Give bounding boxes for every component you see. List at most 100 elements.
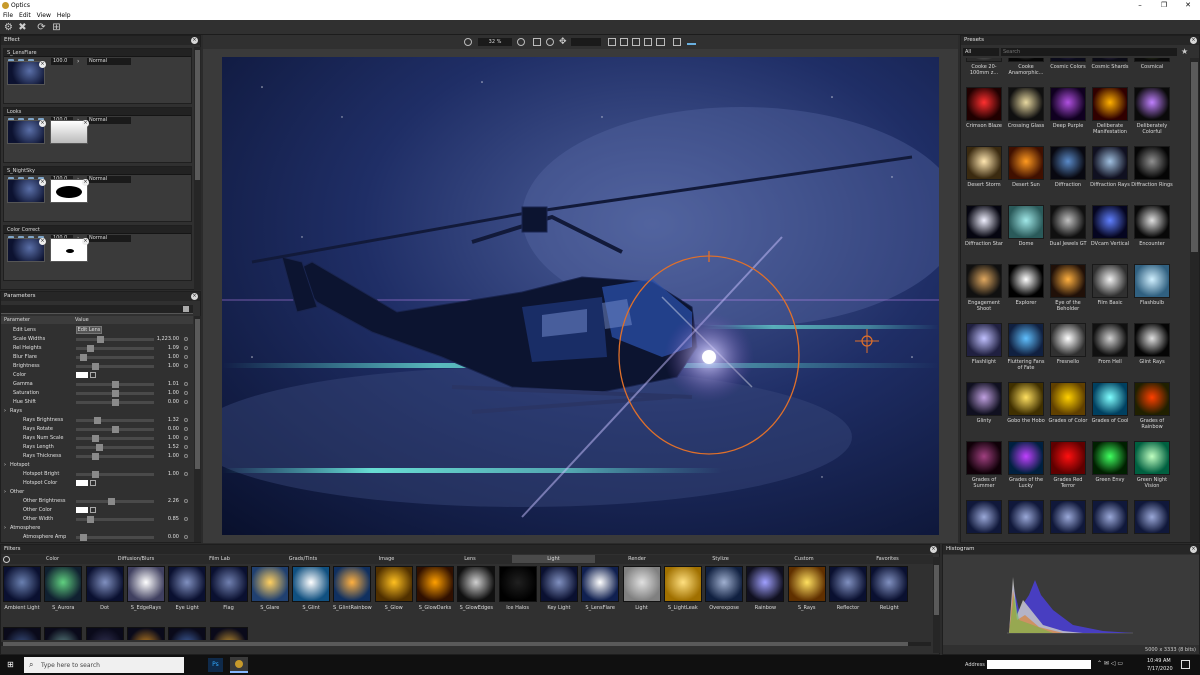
slider-knob[interactable] — [79, 534, 87, 541]
preset-thumbnail[interactable] — [966, 146, 1002, 180]
filter-thumbnail[interactable] — [374, 566, 413, 602]
preset-item[interactable]: Fresnello — [1047, 321, 1089, 378]
preset-item[interactable]: Glint Rays — [1131, 321, 1173, 378]
preset-item[interactable]: DVcam Vertical — [1089, 203, 1131, 260]
parameter-slider[interactable] — [76, 399, 154, 406]
parameter-slider[interactable] — [76, 435, 154, 442]
slider-knob[interactable] — [97, 336, 105, 343]
preset-thumbnail[interactable] — [1092, 264, 1128, 298]
slider-knob[interactable] — [111, 399, 119, 406]
filter-thumbnail[interactable] — [498, 566, 537, 602]
eyedropper-icon[interactable] — [90, 372, 96, 378]
remove-layer-icon[interactable]: × — [39, 238, 46, 245]
presets-filter-select[interactable]: All — [963, 48, 999, 56]
filter-thumbnail[interactable] — [209, 627, 248, 640]
keyframe-dot-icon[interactable] — [184, 445, 188, 449]
preset-thumbnail[interactable] — [1134, 87, 1170, 121]
preset-item[interactable]: Cosmic Colors — [1047, 58, 1089, 83]
parameters-close-icon[interactable]: × — [191, 293, 198, 300]
parameter-row[interactable]: Gamma 1.01 — [1, 380, 191, 389]
filter-item[interactable]: Ice Halos — [498, 565, 538, 617]
preset-item[interactable]: Diffraction — [1047, 144, 1089, 201]
filter-thumbnail[interactable] — [126, 566, 165, 602]
preset-item[interactable]: Diffraction Star — [963, 203, 1005, 260]
filter-item[interactable]: S_GlowDarks — [415, 565, 455, 617]
filter-thumbnail[interactable] — [168, 627, 207, 640]
preset-item[interactable]: Crimson Blaze — [963, 85, 1005, 142]
presets-scrollbar[interactable] — [1190, 58, 1199, 542]
slider-knob[interactable] — [111, 390, 119, 397]
parameter-slider[interactable] — [76, 516, 154, 523]
filter-thumbnail[interactable] — [44, 627, 83, 640]
preset-thumbnail[interactable] — [1050, 146, 1086, 180]
preset-thumbnail[interactable] — [1092, 58, 1128, 62]
parameter-slider[interactable] — [76, 354, 154, 361]
slider-knob[interactable] — [86, 345, 94, 352]
preset-thumbnail[interactable] — [1050, 87, 1086, 121]
filter-thumbnail[interactable] — [539, 566, 578, 602]
parameter-slider[interactable] — [76, 345, 154, 352]
parameter-row[interactable]: › Other — [1, 488, 191, 497]
preset-thumbnail[interactable] — [966, 323, 1002, 357]
slider-knob[interactable] — [95, 444, 103, 451]
filter-thumbnail[interactable] — [85, 566, 124, 602]
filters-hscrollbar[interactable] — [1, 642, 931, 646]
preset-thumbnail[interactable] — [1134, 323, 1170, 357]
parameter-row[interactable]: Rays Thickness 1.00 — [1, 452, 191, 461]
preset-item[interactable]: Desert Storm — [963, 144, 1005, 201]
keyframe-dot-icon[interactable] — [184, 499, 188, 503]
filter-thumbnail[interactable] — [44, 566, 83, 602]
split-view-icon[interactable] — [608, 38, 616, 46]
parameter-value[interactable]: 1.09 — [149, 345, 179, 351]
magnify-icon[interactable] — [546, 38, 554, 46]
filter-item-partial[interactable] — [209, 626, 249, 640]
filter-thumbnail[interactable] — [168, 566, 207, 602]
keyframe-dot-icon[interactable] — [184, 436, 188, 440]
blend-mode-select[interactable]: Normal — [87, 176, 131, 183]
effect-layer[interactable]: S_NightSky100.0›Normal×× — [3, 166, 192, 222]
filter-thumbnail[interactable] — [663, 566, 702, 602]
snapshot-camera-icon[interactable] — [656, 38, 665, 46]
single-view-icon[interactable] — [632, 38, 640, 46]
favorite-star-icon[interactable]: ★ — [1181, 48, 1189, 56]
slider-knob[interactable] — [91, 363, 99, 370]
preset-thumbnail[interactable] — [1092, 382, 1128, 416]
preset-thumbnail[interactable] — [1092, 441, 1128, 475]
filter-thumbnail[interactable] — [746, 566, 785, 602]
keyframe-dot-icon[interactable] — [184, 517, 188, 521]
filter-item-partial[interactable] — [43, 626, 83, 640]
parameter-slider[interactable] — [76, 534, 154, 541]
filter-item-partial[interactable] — [126, 626, 166, 640]
filter-item[interactable]: S_GlintRainbow — [332, 565, 372, 617]
blend-mode-select[interactable]: Normal — [87, 117, 131, 124]
presets-close-icon[interactable]: × — [1190, 37, 1197, 44]
group-expand-icon[interactable]: › — [4, 525, 6, 531]
filter-thumbnail[interactable] — [292, 566, 331, 602]
filter-thumbnail[interactable] — [622, 566, 661, 602]
remove-layer-icon[interactable]: × — [39, 179, 46, 186]
preset-thumbnail[interactable] — [1008, 205, 1044, 239]
minimize-button[interactable]: – — [1128, 0, 1152, 11]
preset-item[interactable]: Cosmic Shards — [1089, 58, 1131, 83]
split-horizontal-icon[interactable] — [620, 38, 628, 46]
remove-layer-icon[interactable]: × — [39, 120, 46, 127]
keyframe-dot-icon[interactable] — [184, 535, 188, 539]
parameter-slider[interactable] — [76, 336, 154, 343]
preset-item[interactable]: Explorer — [1005, 262, 1047, 319]
parameter-slider[interactable] — [76, 498, 154, 505]
menu-file[interactable]: File — [0, 11, 16, 20]
filter-item[interactable]: Eye Light — [167, 565, 207, 617]
notification-icon[interactable] — [1181, 660, 1190, 669]
preset-thumbnail[interactable] — [1008, 500, 1044, 534]
keyframe-dot-icon[interactable] — [184, 472, 188, 476]
parameter-row[interactable]: Hotspot Color — [1, 479, 191, 488]
histogram-close-icon[interactable]: × — [1190, 546, 1197, 553]
filter-item[interactable]: Reflector — [828, 565, 868, 617]
filter-thumbnail[interactable] — [126, 627, 165, 640]
preset-item[interactable]: Grades of Summer — [963, 439, 1005, 496]
keyframe-dot-icon[interactable] — [184, 364, 188, 368]
slider-knob[interactable] — [91, 453, 99, 460]
preset-item[interactable]: Deliberately Colorful — [1131, 85, 1173, 142]
group-expand-icon[interactable]: › — [4, 408, 6, 414]
photoshop-app-icon[interactable]: Ps — [208, 658, 223, 672]
